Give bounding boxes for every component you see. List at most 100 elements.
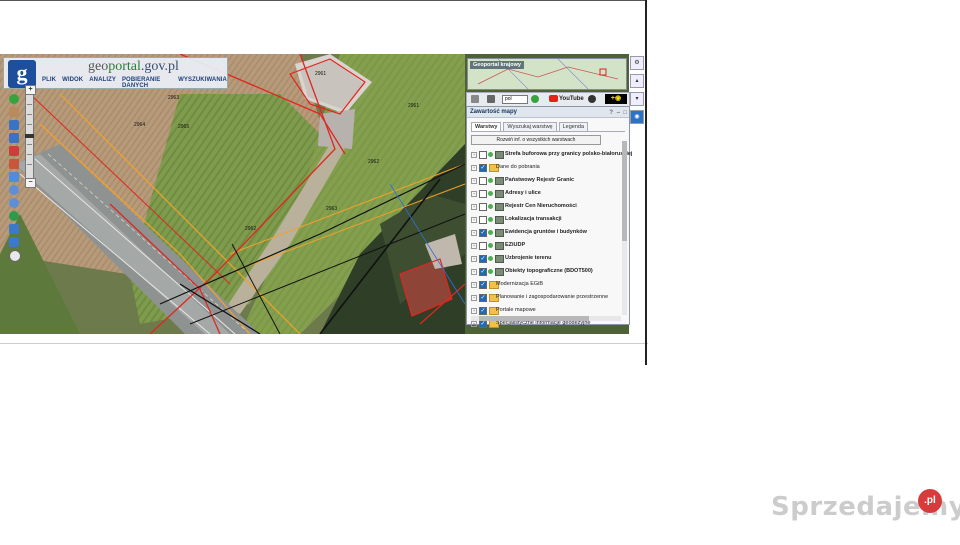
status-dot-icon — [488, 269, 493, 274]
print-icon[interactable] — [487, 95, 495, 103]
measure-icon[interactable] — [9, 172, 19, 182]
down-arrow-icon[interactable]: ▾ — [630, 92, 644, 106]
expand-all-button[interactable]: Rozwiń inf. o wszystkich warstwach — [471, 135, 601, 145]
expand-toggle-icon[interactable]: + — [471, 256, 477, 262]
expand-toggle-icon[interactable]: + — [471, 269, 477, 275]
minimize-icon[interactable]: – — [617, 108, 620, 118]
hand-icon[interactable] — [9, 107, 19, 117]
layer-checkbox[interactable]: ✓ — [479, 307, 487, 315]
layer-row[interactable]: + Państwowy Rejestr Granic — [467, 174, 629, 187]
clock-icon[interactable] — [9, 250, 21, 262]
layer-label: Dane do pobrania — [496, 164, 540, 170]
zoom-minus-button[interactable]: − — [25, 178, 36, 188]
tab-legenda[interactable]: Legenda — [558, 122, 589, 131]
layer-row[interactable]: + ✓ Uzbrojenie terenu — [467, 252, 629, 265]
menu-analizy[interactable]: ANALIZY — [89, 77, 116, 89]
layer-row[interactable]: + Lokalizacja transakcji — [467, 213, 629, 226]
parcel-label: 2962 — [245, 226, 256, 232]
close-icon[interactable]: □ — [623, 108, 627, 118]
delete-icon[interactable] — [9, 146, 19, 156]
layer-row[interactable]: + ✓ Modernizacja EGiB — [467, 278, 629, 291]
menu-widok[interactable]: WIDOK — [62, 77, 83, 89]
eye-icon[interactable]: ◉ — [630, 110, 644, 124]
layer-label: Uzbrojenie terenu — [505, 255, 552, 261]
layers-icon[interactable] — [9, 120, 19, 130]
layer-checkbox[interactable] — [479, 177, 487, 185]
expand-toggle-icon[interactable]: + — [471, 308, 477, 314]
layer-row[interactable]: + ✓ Dane do pobrania — [467, 161, 629, 174]
layer-checkbox[interactable]: ✓ — [479, 229, 487, 237]
zoom-in-icon[interactable] — [9, 185, 19, 195]
youtube-link[interactable]: YouTube — [549, 95, 584, 102]
layer-checkbox[interactable]: ✓ — [479, 294, 487, 302]
expand-toggle-icon[interactable]: + — [471, 295, 477, 301]
layer-checkbox[interactable] — [479, 151, 487, 159]
expand-toggle-icon[interactable]: + — [471, 282, 477, 288]
layer-row[interactable]: + Rejestr Cen Nieruchomości — [467, 200, 629, 213]
layer-row[interactable]: + Adresy i ulice — [467, 187, 629, 200]
vertical-scrollbar[interactable] — [622, 141, 627, 315]
settings-icon[interactable]: ⚙ — [630, 56, 644, 70]
info-dark-icon[interactable] — [588, 95, 596, 103]
tab-warstwy[interactable]: Warstwy — [471, 122, 502, 131]
layer-list: + Strefa buforowa przy granicy polsko-bia… — [467, 148, 632, 330]
expand-toggle-icon[interactable]: + — [471, 204, 477, 210]
layer-icon — [495, 268, 504, 276]
back-arrow-icon[interactable] — [9, 224, 19, 234]
layer-checkbox[interactable] — [479, 242, 487, 250]
tab-wyszukaj-warstwe[interactable]: Wyszukaj warstwę — [503, 122, 557, 131]
expand-toggle-icon[interactable]: + — [471, 178, 477, 184]
layer-checkbox[interactable]: ✓ — [479, 255, 487, 263]
zoom-plus-button[interactable]: + — [25, 85, 36, 95]
layer-label: EZiUDP — [505, 242, 526, 248]
layer-row[interactable]: + ✓ Obiekty topograficzne (BDOT500) — [467, 265, 629, 278]
zoom-slider-knob[interactable] — [25, 134, 34, 138]
parcel-label: 2963 — [168, 95, 179, 101]
pencil-icon[interactable] — [9, 159, 19, 169]
layers-panel-title: Zawartość mapy ? – □ — [467, 107, 629, 118]
layer-checkbox[interactable] — [479, 203, 487, 211]
status-dot-icon — [488, 152, 493, 157]
overview-map[interactable]: Geoportal krajowy — [467, 58, 627, 90]
language-select[interactable]: pol — [502, 95, 528, 104]
expand-toggle-icon[interactable]: + — [471, 191, 477, 197]
layer-label: Państwowy Rejestr Granic — [505, 177, 575, 183]
layer-row[interactable]: + EZiUDP — [467, 239, 629, 252]
horizontal-scrollbar[interactable] — [471, 316, 621, 321]
forward-arrow-icon[interactable] — [9, 237, 19, 247]
info-icon[interactable] — [9, 94, 19, 104]
layer-row[interactable]: + ✓ Planowanie i zagospodarowanie przestrz… — [467, 291, 629, 304]
expand-toggle-icon[interactable]: + — [471, 217, 477, 223]
scroll-thumb[interactable] — [622, 141, 627, 241]
grid-icon[interactable] — [471, 95, 479, 103]
status-dot-icon — [488, 204, 493, 209]
layer-checkbox[interactable]: ✓ — [479, 281, 487, 289]
layer-checkbox[interactable] — [479, 190, 487, 198]
expand-toggle-icon[interactable]: + — [471, 230, 477, 236]
globe-icon[interactable] — [9, 211, 19, 221]
expand-toggle-icon[interactable]: + — [471, 152, 477, 158]
up-arrow-icon[interactable]: ▴ — [630, 74, 644, 88]
overview-title: Geoportal krajowy — [470, 61, 524, 69]
menu-plik[interactable]: PLIK — [42, 77, 56, 89]
layer-checkbox[interactable] — [479, 216, 487, 224]
zoom-slider[interactable]: + − — [25, 85, 36, 188]
select-icon[interactable] — [9, 133, 19, 143]
layer-row[interactable]: + Strefa buforowa przy granicy polsko-bia… — [467, 148, 632, 161]
expand-toggle-icon[interactable]: + — [471, 243, 477, 249]
menu-pobieranie-danych[interactable]: POBIERANIE DANYCH — [122, 77, 172, 89]
layer-checkbox[interactable]: ✓ — [479, 164, 487, 172]
help-green-icon[interactable] — [531, 95, 539, 103]
layer-checkbox[interactable]: ✓ — [479, 268, 487, 276]
zoom-out-icon[interactable] — [9, 198, 19, 208]
layer-row[interactable]: + ✓ Ewidencja gruntów i budynków — [467, 226, 629, 239]
layer-checkbox[interactable]: ✓ — [479, 320, 487, 328]
help-icon[interactable]: ? — [609, 108, 613, 118]
expand-toggle-icon[interactable]: + — [471, 321, 477, 327]
status-dot-icon — [488, 230, 493, 235]
layers-panel: Zawartość mapy ? – □ Warstwy Wyszukaj wa… — [466, 106, 632, 328]
menu-wyszukiwania[interactable]: WYSZUKIWANIA — [178, 77, 227, 89]
accessibility-toggle[interactable]: +◉ — [605, 94, 627, 104]
expand-toggle-icon[interactable]: + — [471, 165, 477, 171]
scroll-thumb[interactable] — [479, 316, 589, 321]
